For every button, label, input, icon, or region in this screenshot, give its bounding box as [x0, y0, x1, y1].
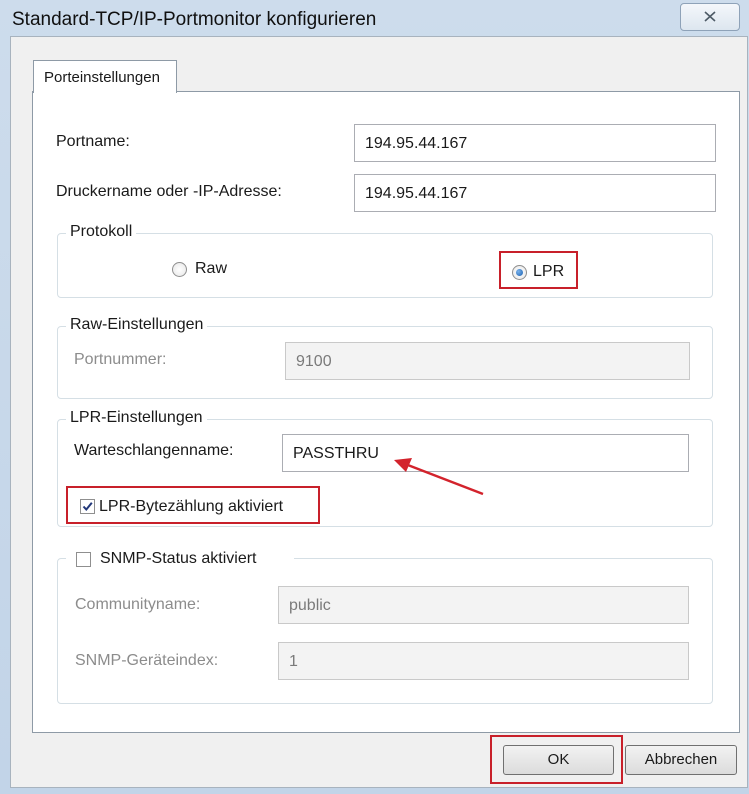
cancel-button[interactable]: Abbrechen	[625, 745, 737, 775]
protocol-group	[57, 233, 713, 298]
dialog-window: Standard-TCP/IP-Portmonitor konfiguriere…	[0, 0, 749, 794]
close-button[interactable]	[680, 3, 740, 31]
snmp-group	[57, 558, 713, 704]
snmp-index-field[interactable]: 1	[278, 642, 689, 680]
tab-porteinstellungen[interactable]: Porteinstellungen	[33, 60, 177, 93]
raw-radio[interactable]	[172, 262, 187, 277]
portname-label: Portname:	[56, 133, 130, 150]
raw-radio-label[interactable]: Raw	[195, 260, 227, 278]
snmp-status-checkbox[interactable]	[76, 552, 91, 567]
snmp-index-label: SNMP-Geräteindex:	[75, 652, 219, 669]
lpr-highlight-box	[499, 251, 578, 289]
title-bar[interactable]: Standard-TCP/IP-Portmonitor konfiguriere…	[0, 0, 749, 36]
ok-highlight-box	[490, 735, 623, 784]
window-title: Standard-TCP/IP-Portmonitor konfiguriere…	[12, 9, 377, 30]
portnumber-label: Portnummer:	[74, 351, 167, 368]
portnumber-field[interactable]: 9100	[285, 342, 690, 380]
close-icon	[704, 11, 716, 22]
printer-name-field[interactable]: 194.95.44.167	[354, 174, 716, 212]
bytecount-highlight-box	[66, 486, 320, 524]
pointer-arrow	[394, 458, 484, 496]
lpr-settings-legend: LPR-Einstellungen	[66, 409, 207, 427]
snmp-legend: SNMP-Status aktiviert	[66, 548, 294, 570]
raw-settings-legend: Raw-Einstellungen	[66, 316, 208, 334]
snmp-status-label[interactable]: SNMP-Status aktiviert	[100, 550, 256, 568]
portname-field[interactable]: 194.95.44.167	[354, 124, 716, 162]
community-name-field[interactable]: public	[278, 586, 689, 624]
community-name-label: Communityname:	[75, 596, 201, 613]
tab-label: Porteinstellungen	[44, 69, 160, 86]
queue-name-label: Warteschlangenname:	[74, 442, 234, 459]
printer-name-label: Druckername oder -IP-Adresse:	[56, 183, 282, 200]
protocol-legend: Protokoll	[66, 223, 137, 241]
